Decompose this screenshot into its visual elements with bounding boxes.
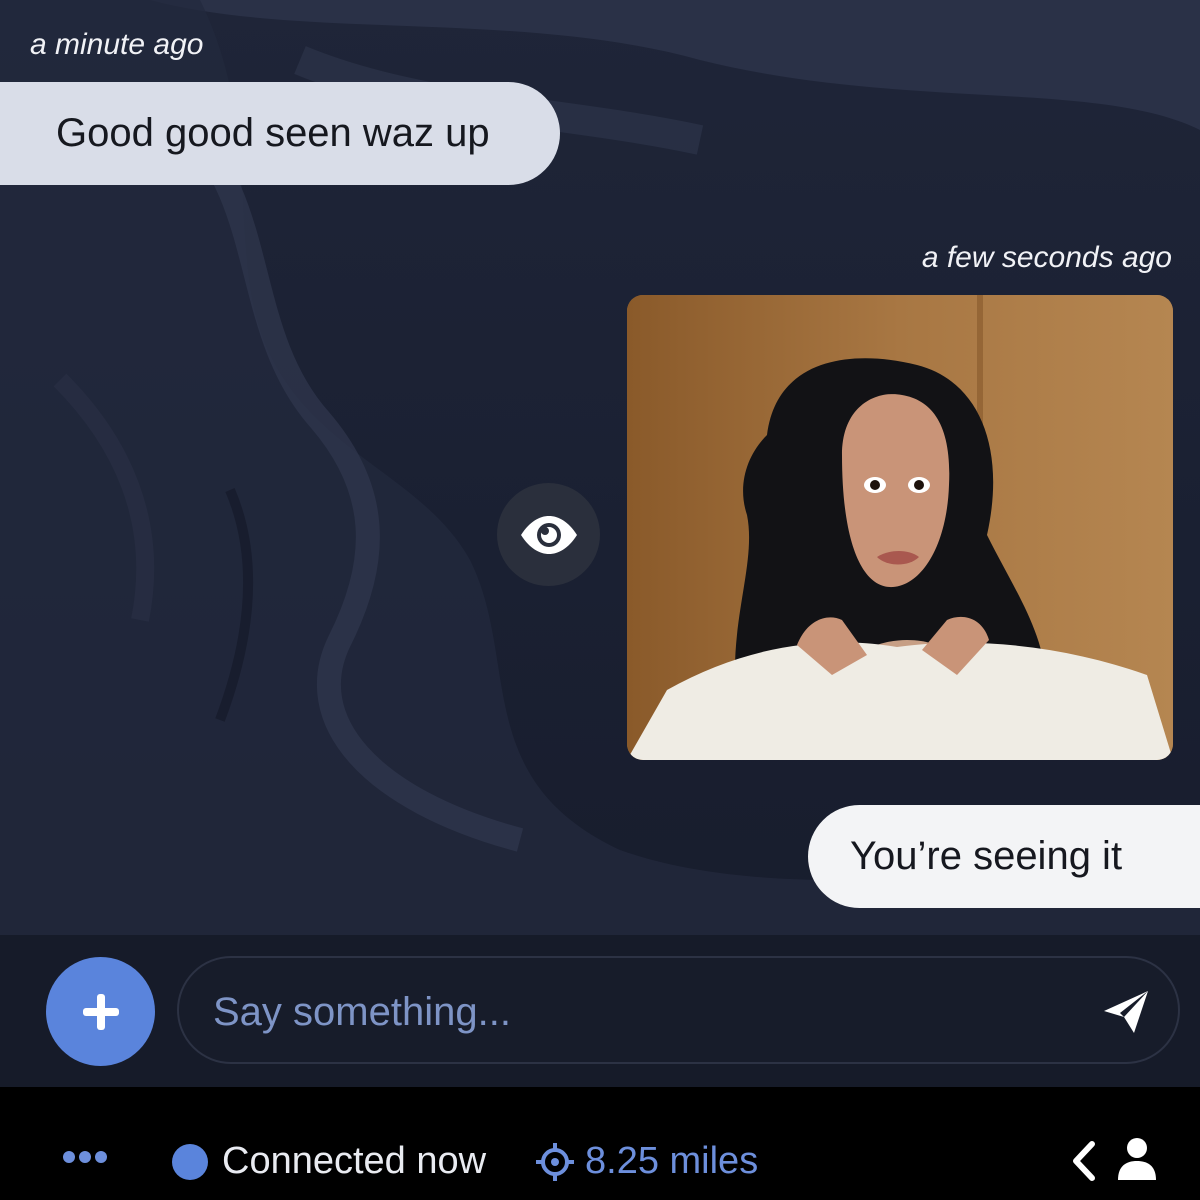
gif-illustration (627, 295, 1173, 760)
message-input-container[interactable] (177, 956, 1180, 1064)
plus-icon (82, 993, 119, 1030)
chat-area[interactable]: a minute ago Good good seen waz up a few… (0, 0, 1200, 935)
distance-label: 8.25 miles (585, 1140, 759, 1182)
distance-info: 8.25 miles (535, 1140, 758, 1183)
profile-button[interactable] (1116, 1136, 1158, 1182)
crosshair-icon (536, 1142, 574, 1181)
connection-indicator-dot (172, 1143, 208, 1180)
back-button[interactable] (1070, 1140, 1098, 1182)
add-attachment-button[interactable] (46, 957, 155, 1066)
sent-message-bubble[interactable]: You’re seeing it (808, 805, 1200, 908)
eye-icon (520, 515, 577, 554)
more-options-button[interactable] (62, 1150, 108, 1164)
received-message-bubble[interactable]: Good good seen waz up (0, 82, 560, 185)
send-button[interactable] (1100, 986, 1152, 1038)
sent-message-text: You’re seeing it (850, 834, 1123, 878)
paper-plane-icon (1104, 991, 1148, 1033)
received-timestamp: a minute ago (30, 28, 204, 61)
more-dots-icon (63, 1151, 107, 1163)
sent-gif-image[interactable] (627, 295, 1173, 760)
message-input[interactable] (211, 982, 1075, 1042)
connection-status: Connected now (172, 1140, 486, 1183)
received-message-text: Good good seen waz up (56, 111, 490, 155)
connection-status-label: Connected now (222, 1140, 487, 1182)
chevron-left-icon (1073, 1141, 1095, 1181)
person-icon (1118, 1138, 1156, 1180)
view-gif-button[interactable] (497, 483, 600, 586)
sent-timestamp: a few seconds ago (921, 241, 1172, 274)
